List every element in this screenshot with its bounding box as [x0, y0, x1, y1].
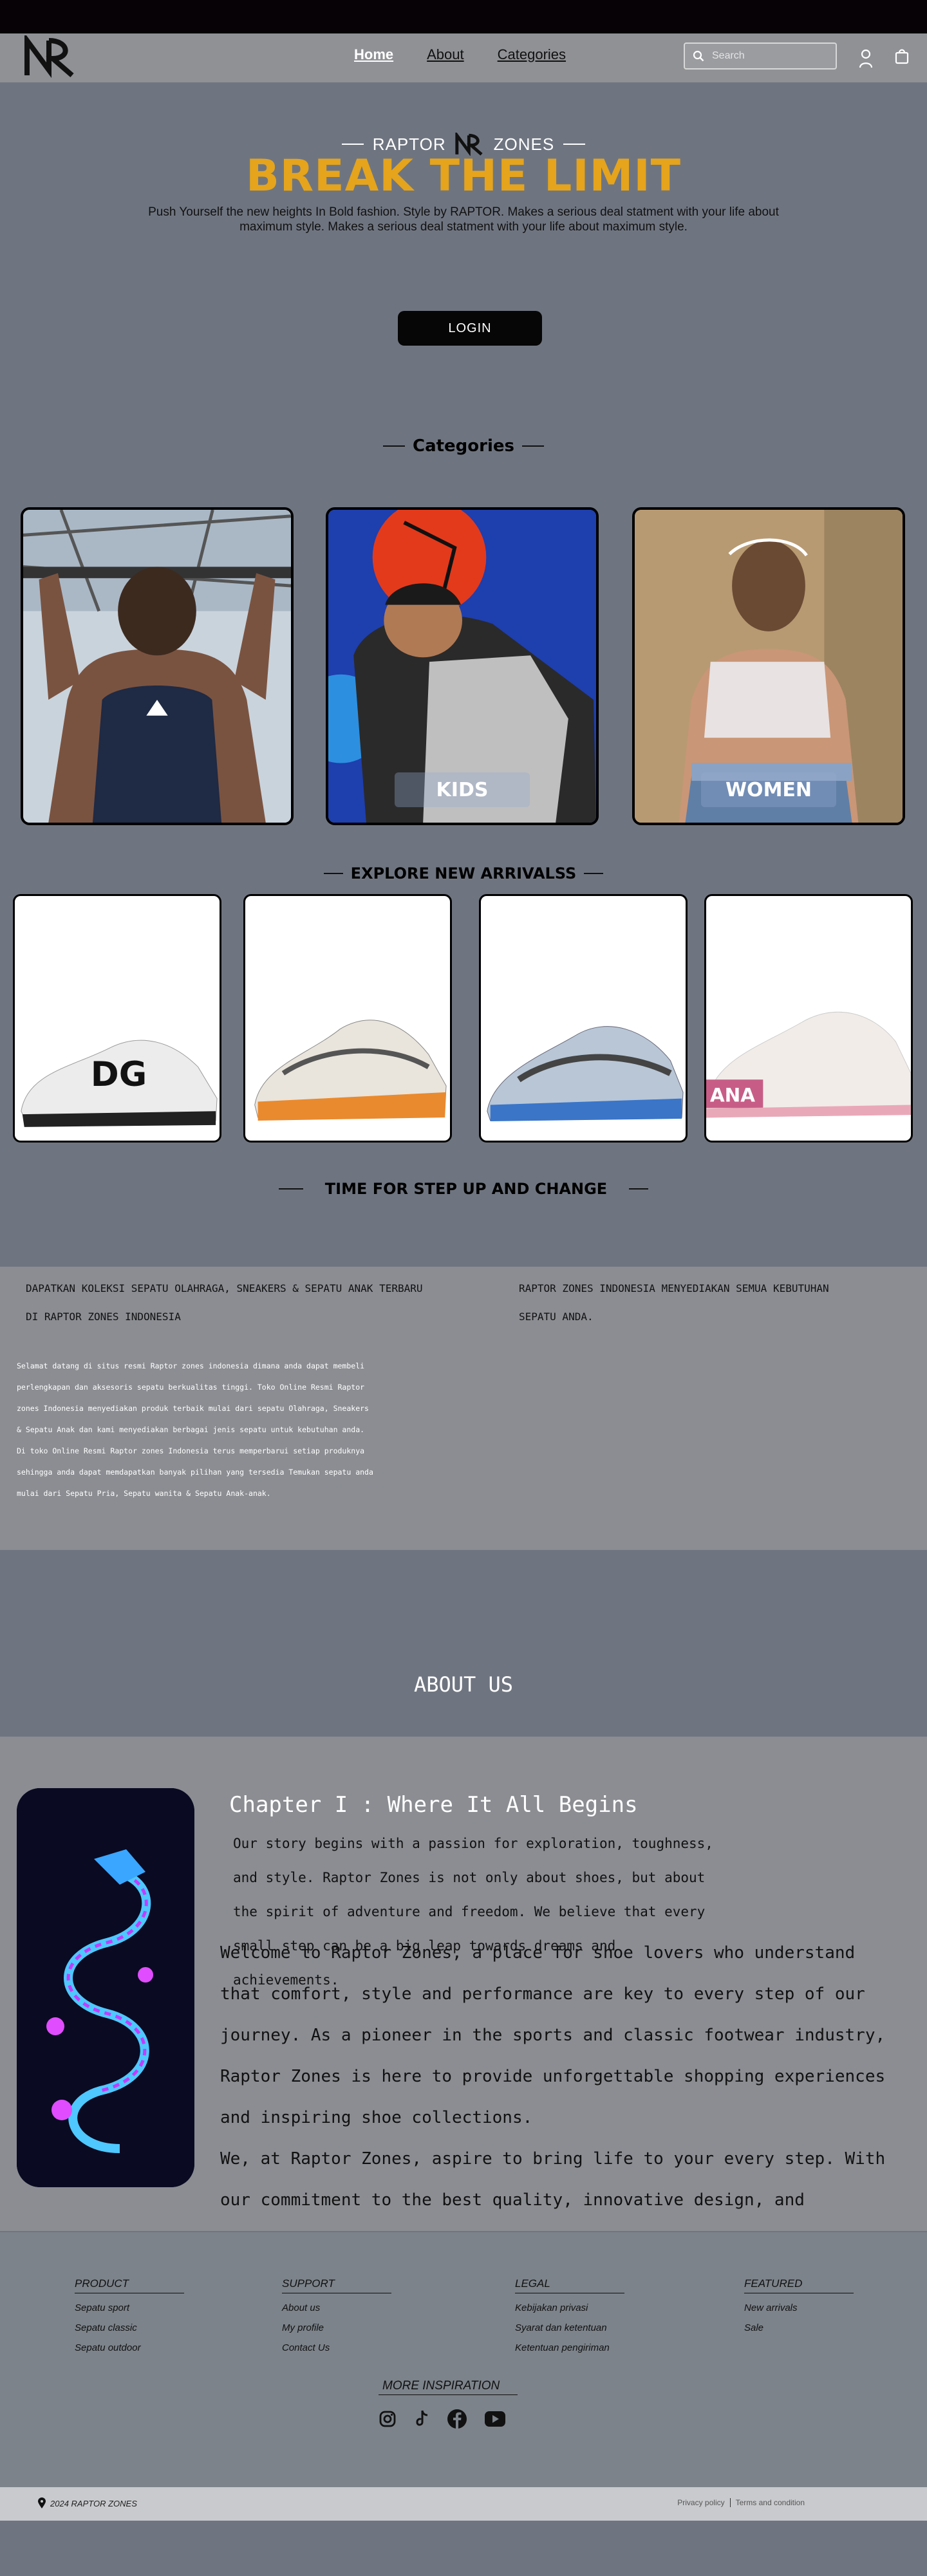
info-body: Selamat datang di situs resmi Raptor zon…: [17, 1361, 373, 1498]
top-bar: [0, 0, 927, 33]
product-card-1[interactable]: DG: [13, 894, 221, 1143]
raptor-logo[interactable]: [24, 35, 77, 78]
footer-link[interactable]: My profile: [282, 2322, 391, 2333]
welcome-text: Welcome to Raptor Zones, a place for sho…: [220, 1932, 890, 2221]
copyright-text: 2024 RAPTOR ZONES: [50, 2498, 137, 2508]
category-card-men[interactable]: [21, 507, 294, 825]
search-input[interactable]: [712, 50, 828, 62]
privacy-policy-link[interactable]: Privacy policy: [677, 2498, 724, 2507]
footer-col-support: SUPPORT About us My profile Contact Us: [282, 2277, 391, 2362]
category-label-kids: KIDS: [395, 772, 530, 807]
info-right-heading: RAPTOR ZONES INDONESIA MENYEDIAKAN SEMUA…: [519, 1282, 829, 1323]
info-left-heading: DAPATKAN KOLEKSI SEPATU OLAHRAGA, SNEAKE…: [26, 1282, 423, 1323]
welcome-paragraph-2: We, at Raptor Zones, aspire to bring lif…: [220, 2149, 886, 2210]
facebook-icon[interactable]: [447, 2409, 467, 2429]
category-card-women[interactable]: WOMEN: [632, 507, 905, 825]
bag-icon[interactable]: [895, 48, 909, 64]
location-pin-icon: [38, 2497, 46, 2508]
nav-home[interactable]: Home: [354, 46, 393, 63]
footer-link[interactable]: Sepatu classic: [75, 2322, 184, 2333]
category-image-men: [23, 510, 291, 823]
product-card-4[interactable]: ANA: [704, 894, 913, 1143]
svg-text:DG: DG: [91, 1055, 147, 1094]
category-card-kids[interactable]: KIDS: [326, 507, 599, 825]
footer-link[interactable]: Syarat dan ketentuan: [515, 2322, 624, 2333]
category-label-women: WOMEN: [701, 772, 836, 807]
categories-heading: Categories: [412, 436, 514, 456]
bottom-bar: 2024 RAPTOR ZONES Privacy policy Terms a…: [0, 2487, 927, 2521]
legal-links: Privacy policy Terms and condition: [677, 2498, 805, 2507]
nav-links: Home About Categories: [354, 46, 566, 63]
footer-link[interactable]: About us: [282, 2302, 391, 2313]
tiktok-icon[interactable]: [413, 2409, 430, 2429]
shoe-image-4: ANA: [706, 1011, 911, 1118]
login-button[interactable]: LOGIN: [398, 311, 542, 346]
search-icon: [693, 50, 704, 62]
nav-categories[interactable]: Categories: [498, 46, 566, 63]
search-box: [684, 42, 837, 70]
dragon-illustration: [17, 1788, 194, 2187]
more-inspiration: MORE INSPIRATION: [379, 2379, 518, 2395]
youtube-icon[interactable]: [484, 2411, 506, 2427]
footer: PRODUCT Sepatu sport Sepatu classic Sepa…: [0, 2232, 927, 2521]
categories-section: Categories KIDS WOMEN: [0, 430, 927, 877]
info-section: DAPATKAN KOLEKSI SEPATU OLAHRAGA, SNEAKE…: [0, 1267, 927, 1550]
copyright: 2024 RAPTOR ZONES: [37, 2497, 137, 2509]
footer-heading-product: PRODUCT: [75, 2277, 184, 2293]
about-panel: Chapter I : Where It All Begins Our stor…: [0, 1737, 927, 2231]
product-card-2[interactable]: [243, 894, 452, 1143]
footer-col-featured: FEATURED New arrivals Sale: [744, 2277, 854, 2342]
info-heading: TIME FOR STEP UP AND CHANGE: [324, 1180, 608, 1198]
welcome-paragraph: Welcome to Raptor Zones, a place for sho…: [220, 1943, 886, 2127]
footer-heading-support: SUPPORT: [282, 2277, 391, 2293]
categories-heading-row: Categories: [0, 436, 927, 456]
footer-link[interactable]: Ketentuan pengiriman: [515, 2342, 624, 2353]
hero-section: RAPTOR ZONES BREAK THE LIMIT Push Yourse…: [0, 82, 927, 430]
hero-title: BREAK THE LIMIT: [245, 151, 682, 201]
footer-col-product: PRODUCT Sepatu sport Sepatu classic Sepa…: [75, 2277, 184, 2362]
instagram-icon[interactable]: [379, 2410, 397, 2428]
shoe-image-1: DG: [21, 1040, 218, 1127]
svg-text:ANA: ANA: [710, 1085, 755, 1106]
footer-heading-legal: LEGAL: [515, 2277, 624, 2293]
about-spacer: [0, 1550, 927, 1671]
navbar: Home About Categories: [0, 33, 927, 82]
arrivals-heading: EXPLORE NEW ARRIVALSS: [350, 864, 577, 882]
social-links: [379, 2409, 506, 2429]
arrivals-heading-row: EXPLORE NEW ARRIVALSS: [0, 864, 927, 882]
footer-heading-featured: FEATURED: [744, 2277, 854, 2293]
product-card-3[interactable]: [479, 894, 688, 1143]
terms-link[interactable]: Terms and condition: [736, 2498, 805, 2507]
footer-link[interactable]: Sepatu sport: [75, 2302, 184, 2313]
footer-link[interactable]: Kebijakan privasi: [515, 2302, 624, 2313]
nav-about[interactable]: About: [427, 46, 464, 63]
footer-link[interactable]: New arrivals: [744, 2302, 854, 2313]
new-arrivals-section: EXPLORE NEW ARRIVALSS DG ANA TIME FOR ST…: [0, 864, 927, 1267]
chapter-title: Chapter I : Where It All Begins: [229, 1792, 638, 1818]
footer-col-legal: LEGAL Kebijakan privasi Syarat dan keten…: [515, 2277, 624, 2362]
about-title: ABOUT US: [413, 1672, 514, 1697]
footer-link[interactable]: Sale: [744, 2322, 854, 2333]
info-heading-row: TIME FOR STEP UP AND CHANGE: [0, 1180, 927, 1198]
about-section: ABOUT US Chapter I : Where It All Begins…: [0, 1550, 927, 2232]
footer-link[interactable]: Sepatu outdoor: [75, 2342, 184, 2353]
user-icon[interactable]: [859, 49, 873, 68]
shoe-image-2: [254, 1020, 447, 1121]
hero-description: Push Yourself the new heights In Bold fa…: [148, 205, 779, 234]
dragon-image: [17, 1788, 194, 2187]
shoe-image-3: [487, 1026, 684, 1121]
footer-link[interactable]: Contact Us: [282, 2342, 391, 2353]
